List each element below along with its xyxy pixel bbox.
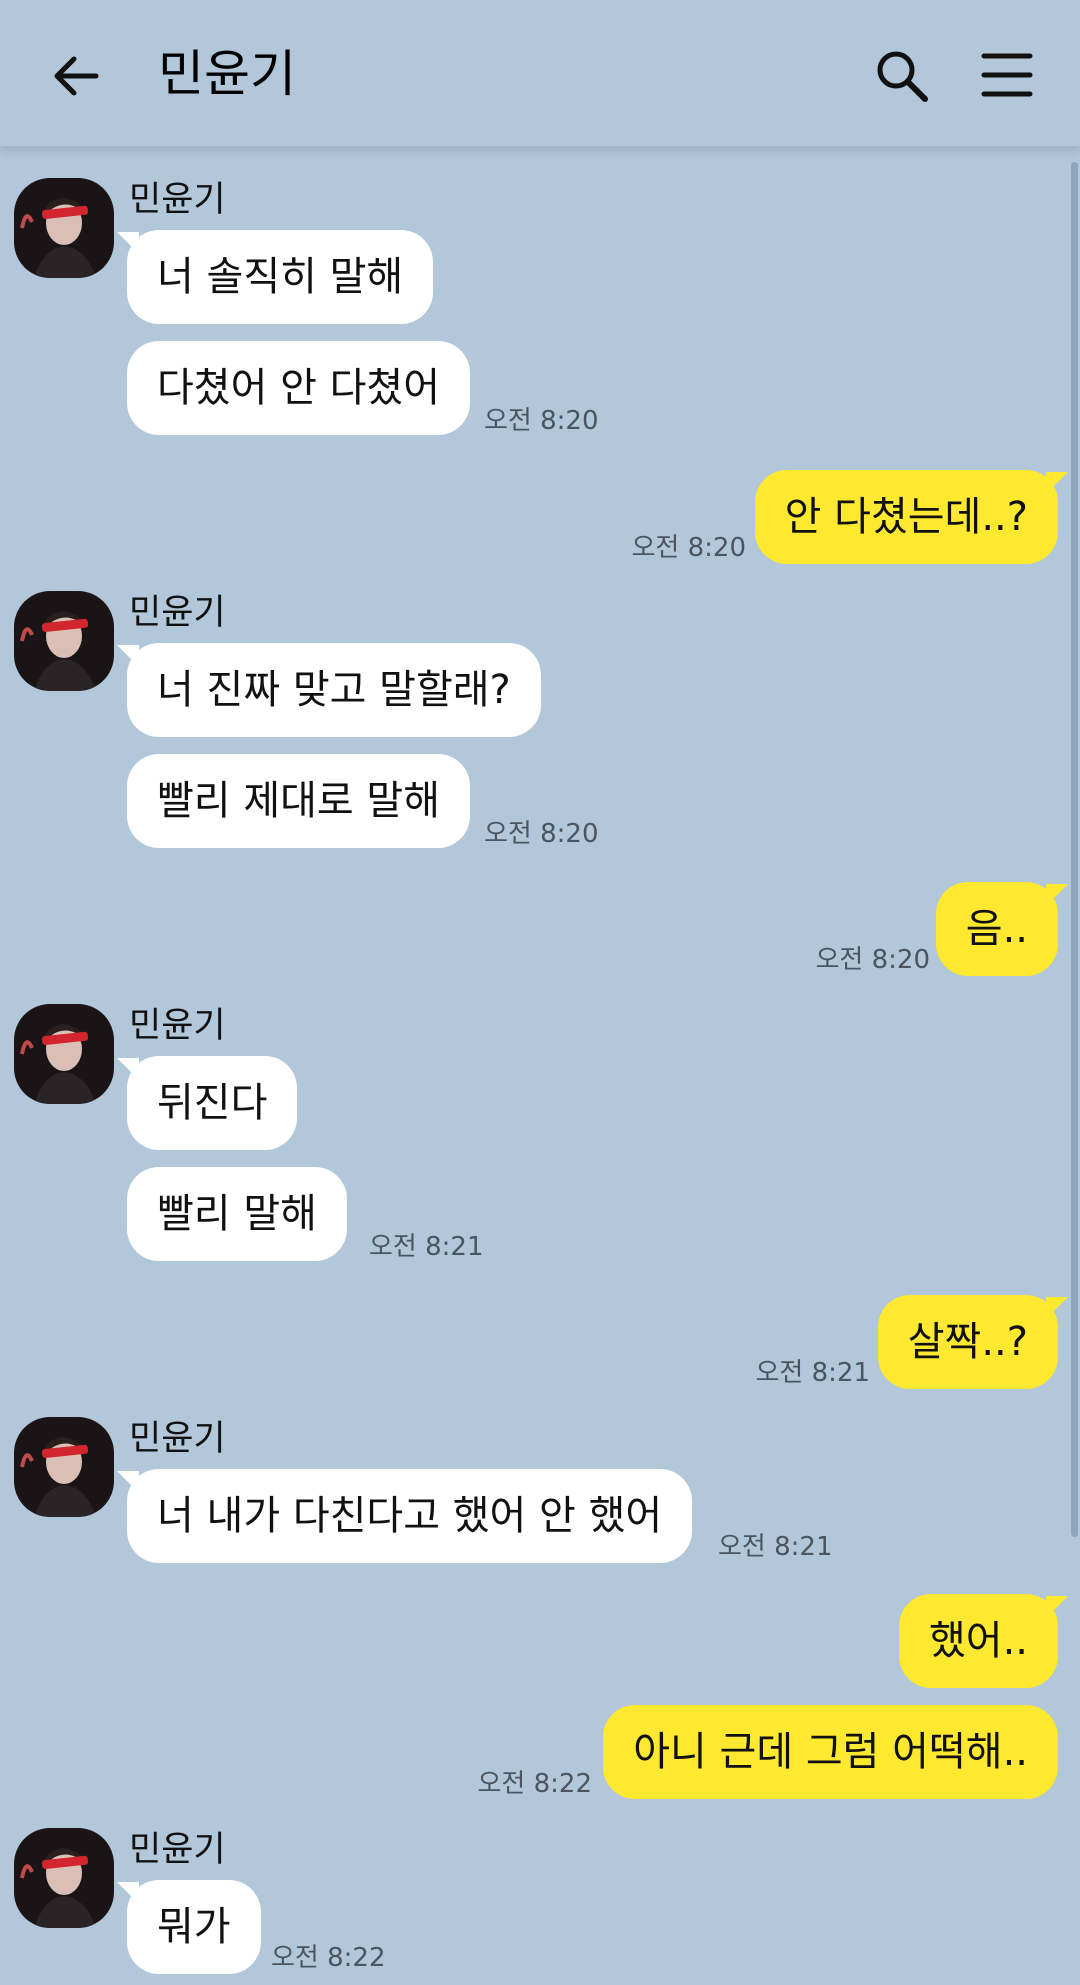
- message-time: 오전 8:20: [815, 945, 931, 975]
- sender-name: 민윤기: [129, 1419, 226, 1459]
- message-time: 오전 8:22: [477, 1769, 593, 1799]
- message-time: 오전 8:21: [755, 1358, 871, 1388]
- search-icon: [877, 51, 928, 102]
- hamburger-menu-icon: [981, 53, 1033, 97]
- profile-photo: [14, 178, 114, 278]
- avatar[interactable]: [14, 1828, 114, 1928]
- menu-button[interactable]: [980, 50, 1034, 100]
- outgoing-message[interactable]: 음..: [935, 882, 1058, 976]
- profile-photo: [14, 591, 114, 691]
- search-button[interactable]: [872, 46, 932, 106]
- message-time: 오전 8:21: [369, 1232, 484, 1262]
- sender-name: 민윤기: [129, 593, 226, 633]
- chat-header: 민윤기: [0, 0, 1080, 146]
- avatar[interactable]: [14, 591, 114, 691]
- avatar[interactable]: [14, 1417, 114, 1517]
- message-time: 오전 8:20: [631, 533, 747, 563]
- incoming-message[interactable]: 빨리 말해: [127, 1167, 347, 1261]
- sender-name: 민윤기: [129, 1830, 226, 1870]
- incoming-message[interactable]: 너 내가 다친다고 했어 안 했어: [127, 1469, 693, 1563]
- profile-photo: [14, 1828, 114, 1928]
- avatar[interactable]: [14, 178, 114, 278]
- incoming-message[interactable]: 뒤진다: [127, 1056, 298, 1150]
- message-time: 오전 8:21: [718, 1532, 833, 1562]
- chat-title: 민윤기: [158, 45, 296, 103]
- arrow-left-icon: [54, 56, 99, 96]
- message-time: 오전 8:20: [484, 406, 599, 436]
- avatar[interactable]: [14, 1004, 114, 1104]
- profile-photo: [14, 1004, 114, 1104]
- sender-name: 민윤기: [129, 1006, 226, 1046]
- outgoing-message[interactable]: 했어..: [898, 1594, 1058, 1688]
- message-time: 오전 8:22: [271, 1943, 386, 1973]
- incoming-message[interactable]: 다쳤어 안 다쳤어: [127, 341, 471, 435]
- incoming-message[interactable]: 너 솔직히 말해: [127, 230, 434, 324]
- incoming-message[interactable]: 뭐가: [127, 1880, 261, 1974]
- back-button[interactable]: [48, 48, 104, 104]
- scrollbar[interactable]: [1071, 162, 1078, 1537]
- message-time: 오전 8:20: [484, 819, 599, 849]
- incoming-message[interactable]: 너 진짜 맞고 말할래?: [127, 643, 541, 737]
- outgoing-message[interactable]: 아니 근데 그럼 어떡해..: [603, 1705, 1058, 1799]
- outgoing-message[interactable]: 살짝..?: [877, 1295, 1058, 1389]
- sender-name: 민윤기: [129, 180, 226, 220]
- profile-photo: [14, 1417, 114, 1517]
- incoming-message[interactable]: 빨리 제대로 말해: [127, 754, 471, 848]
- outgoing-message[interactable]: 안 다쳤는데..?: [754, 470, 1058, 564]
